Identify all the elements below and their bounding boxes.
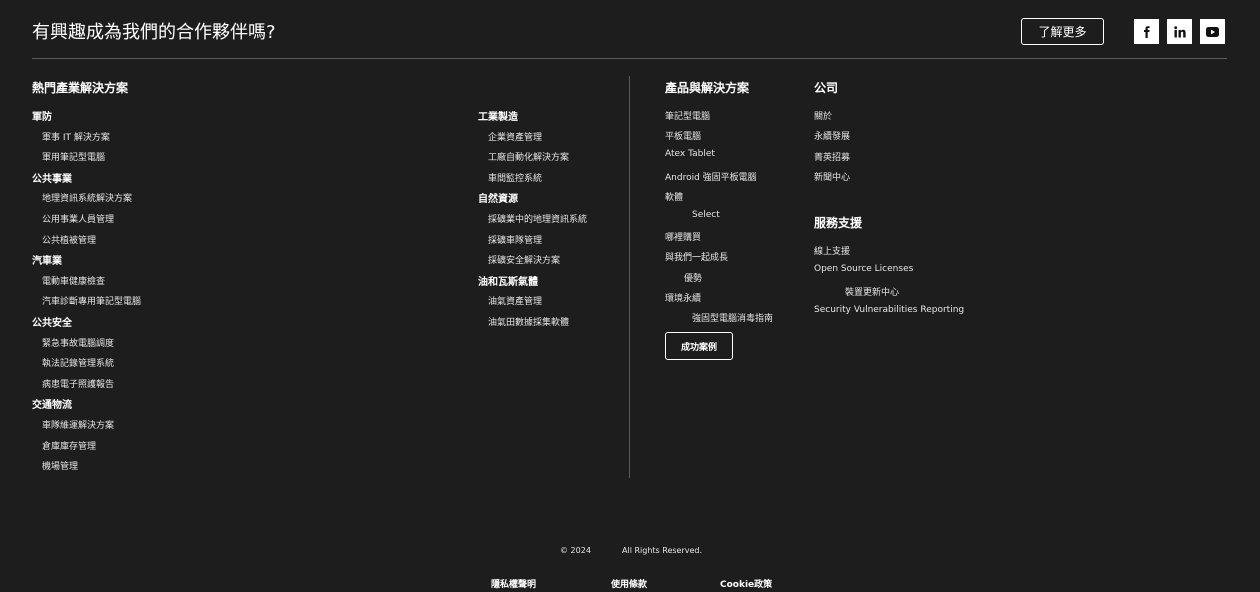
support-title: 服務支援 bbox=[814, 216, 863, 230]
industry-group-heading: 自然資源 bbox=[478, 194, 518, 205]
product-link[interactable]: 優勢 bbox=[684, 271, 702, 284]
industry-title: 熱門產業解決方案 bbox=[32, 81, 129, 95]
youtube-icon bbox=[1206, 26, 1219, 37]
copyright-year: © 2024 bbox=[560, 546, 591, 555]
company-title: 公司 bbox=[814, 81, 839, 95]
linkedin-link[interactable] bbox=[1167, 19, 1192, 44]
industry-link[interactable]: 地理資訊系統解決方案 bbox=[42, 191, 132, 204]
support-link[interactable]: Security Vulnerabilities Reporting bbox=[814, 305, 964, 315]
product-link[interactable]: Select bbox=[692, 210, 720, 220]
support-link[interactable]: 線上支援 bbox=[814, 244, 850, 257]
product-link[interactable]: 軟體 bbox=[665, 190, 683, 203]
product-link[interactable]: Atex Tablet bbox=[665, 149, 715, 159]
industry-link[interactable]: 軍事 IT 解決方案 bbox=[42, 130, 110, 143]
learn-more-button[interactable]: 了解更多 bbox=[1021, 18, 1104, 45]
industry-link[interactable]: 採礦安全解決方案 bbox=[488, 253, 560, 266]
industry-link[interactable]: 油氣資產管理 bbox=[488, 294, 542, 307]
industry-group-heading: 軍防 bbox=[32, 112, 52, 123]
company-link[interactable]: 關於 bbox=[814, 109, 832, 122]
industry-group-heading: 油和瓦斯氣體 bbox=[478, 277, 538, 288]
facebook-icon bbox=[1143, 25, 1150, 38]
support-link[interactable]: 裝置更新中心 bbox=[845, 285, 899, 298]
product-link[interactable]: 哪裡購買 bbox=[665, 230, 701, 243]
industry-group-heading: 公共事業 bbox=[32, 174, 72, 185]
column-divider bbox=[629, 76, 630, 478]
product-link[interactable]: 平板電腦 bbox=[665, 129, 701, 142]
product-link[interactable]: Android 強固平板電腦 bbox=[665, 170, 757, 183]
industry-link[interactable]: 機場管理 bbox=[42, 459, 78, 472]
industry-link[interactable]: 軍用筆記型電腦 bbox=[42, 150, 105, 163]
partner-headline: 有興趣成為我們的合作夥伴嗎? bbox=[32, 22, 276, 43]
success-stories-button[interactable]: 成功案例 bbox=[665, 332, 733, 360]
industry-group-heading: 公共安全 bbox=[32, 318, 72, 329]
industry-link[interactable]: 緊急事故電腦調度 bbox=[42, 336, 114, 349]
support-link[interactable]: Open Source Licenses bbox=[814, 264, 913, 274]
product-link[interactable]: 環境永續 bbox=[665, 291, 701, 304]
product-link[interactable]: 與我們一起成長 bbox=[665, 250, 728, 263]
facebook-link[interactable] bbox=[1134, 19, 1159, 44]
industry-link[interactable]: 病患電子照護報告 bbox=[42, 377, 114, 390]
product-link[interactable]: 筆記型電腦 bbox=[665, 109, 710, 122]
industry-group-heading: 交通物流 bbox=[32, 400, 72, 411]
industry-link[interactable]: 採礦業中的地理資訊系統 bbox=[488, 212, 587, 225]
company-link[interactable]: 新聞中心 bbox=[814, 170, 850, 183]
privacy-link[interactable]: 隱私權聲明 bbox=[491, 577, 536, 590]
industry-link[interactable]: 車隊維運解決方案 bbox=[42, 418, 114, 431]
top-divider bbox=[32, 58, 1227, 59]
company-link[interactable]: 永續發展 bbox=[814, 129, 850, 142]
industry-link[interactable]: 公用事業人員管理 bbox=[42, 212, 114, 225]
industry-link[interactable]: 公共植被管理 bbox=[42, 233, 96, 246]
product-link[interactable]: 強固型電腦消毒指南 bbox=[692, 311, 773, 324]
industry-link[interactable]: 執法記錄管理系統 bbox=[42, 356, 114, 369]
industry-link[interactable]: 企業資產管理 bbox=[488, 130, 542, 143]
industry-link[interactable]: 電動車健康檢查 bbox=[42, 274, 105, 287]
copyright-rights: All Rights Reserved. bbox=[622, 546, 703, 555]
industry-group-heading: 工業製造 bbox=[478, 112, 518, 123]
industry-link[interactable]: 車間監控系統 bbox=[488, 171, 542, 184]
industry-link[interactable]: 油氣田數據採集軟體 bbox=[488, 315, 569, 328]
products-title: 產品與解決方案 bbox=[665, 81, 750, 95]
industry-link[interactable]: 採礦車隊管理 bbox=[488, 233, 542, 246]
industry-link[interactable]: 汽車診斷專用筆記型電腦 bbox=[42, 294, 141, 307]
youtube-link[interactable] bbox=[1200, 19, 1225, 44]
industry-link[interactable]: 工廠自動化解決方案 bbox=[488, 150, 569, 163]
terms-link[interactable]: 使用條款 bbox=[611, 577, 647, 590]
industry-group-heading: 汽車業 bbox=[32, 256, 62, 267]
linkedin-icon bbox=[1173, 25, 1186, 37]
industry-link[interactable]: 倉庫庫存管理 bbox=[42, 439, 96, 452]
company-link[interactable]: 菁英招募 bbox=[814, 150, 850, 163]
cookie-policy-link[interactable]: Cookie政策 bbox=[720, 577, 772, 590]
